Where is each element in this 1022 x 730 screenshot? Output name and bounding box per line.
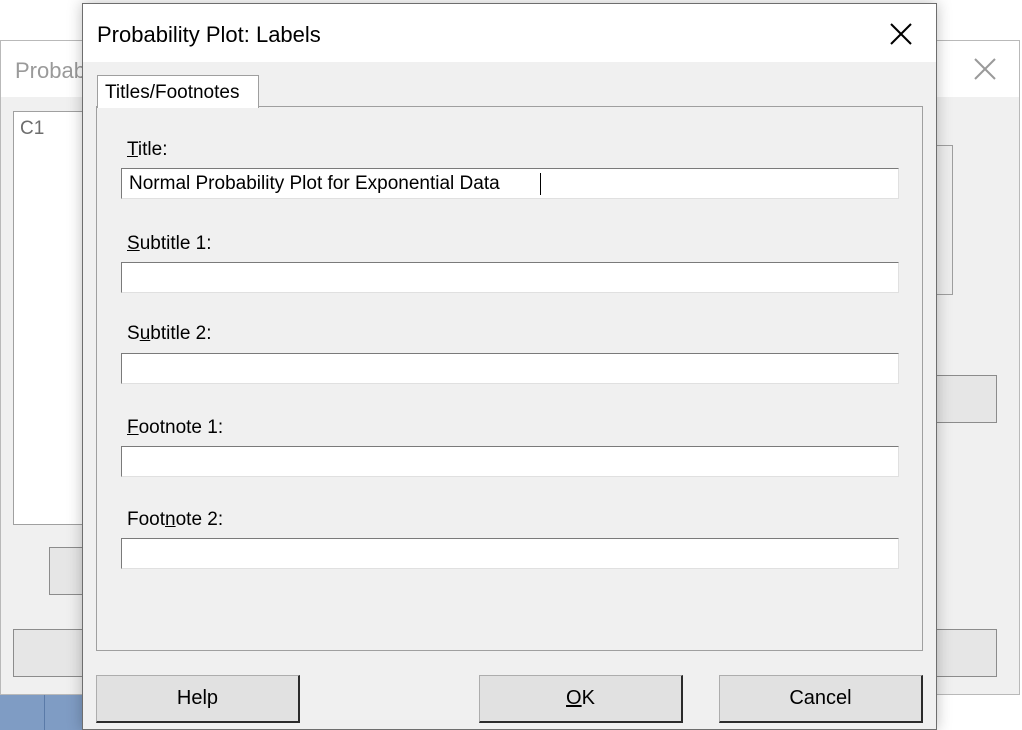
close-button[interactable] (875, 12, 927, 56)
text-caret (540, 173, 541, 195)
close-icon (974, 58, 996, 80)
footnote-2-label: Footnote 2: (127, 509, 224, 530)
background-button[interactable] (13, 629, 89, 677)
labels-dialog: Probability Plot: Labels Titles/Footnote… (82, 3, 937, 730)
footnote-1-input[interactable] (121, 446, 899, 477)
footnote-1-label: Footnote 1: (127, 417, 224, 438)
title-input[interactable] (121, 168, 899, 199)
subtitle-2-label: Subtitle 2: (127, 323, 212, 344)
dialog-titlebar: Probability Plot: Labels (83, 4, 936, 62)
dialog-title: Probability Plot: Labels (97, 22, 321, 47)
tab-panel: Title: Subtitle 1: Subtitle 2: Footnote … (96, 106, 923, 651)
ok-button[interactable]: OK (479, 675, 683, 723)
subtitle-1-input[interactable] (121, 262, 899, 293)
variable-item[interactable]: C1 (20, 118, 44, 140)
tab-titles-footnotes[interactable]: Titles/Footnotes (97, 75, 259, 108)
taskbar-strip (0, 695, 84, 730)
background-dialog-title: Probab (15, 58, 86, 83)
help-button[interactable]: Help (96, 675, 300, 723)
background-close-icon[interactable] (961, 49, 1009, 89)
cancel-button[interactable]: Cancel (719, 675, 923, 723)
close-icon (890, 23, 912, 45)
title-label: Title: (127, 139, 168, 160)
footnote-2-input[interactable] (121, 538, 899, 569)
screen: Probab C1 Probability Plot: Labels Title… (0, 0, 1022, 730)
taskbar-divider (44, 695, 45, 730)
subtitle-2-input[interactable] (121, 353, 899, 384)
subtitle-1-label: Subtitle 1: (127, 233, 212, 254)
